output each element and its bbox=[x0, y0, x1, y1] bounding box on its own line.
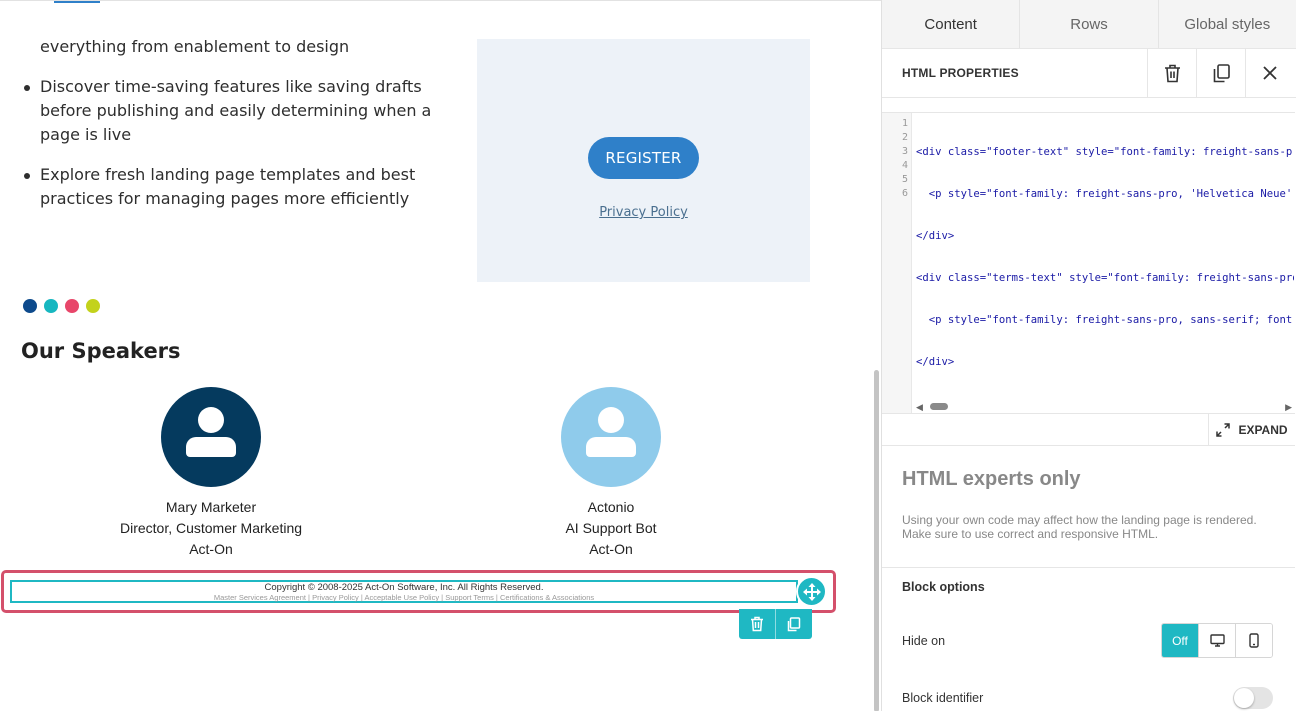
privacy-policy-link[interactable]: Privacy Policy bbox=[477, 205, 810, 220]
block-toolbar bbox=[739, 609, 812, 639]
copy-icon[interactable] bbox=[1196, 49, 1245, 97]
agenda-list: everything from enablement to design Dis… bbox=[22, 35, 467, 227]
line-number: 3 bbox=[901, 146, 908, 157]
panel-section-title: HTML PROPERTIES bbox=[902, 66, 1019, 80]
speaker-company: Act-On bbox=[589, 541, 633, 557]
line-number: 4 bbox=[901, 160, 908, 171]
dot-lime bbox=[86, 299, 100, 313]
scroll-thumb[interactable] bbox=[930, 403, 948, 410]
hide-on-label: Hide on bbox=[902, 634, 946, 648]
top-tab-indicator bbox=[54, 1, 100, 3]
experts-title: HTML experts only bbox=[902, 468, 1081, 490]
panel-body: 1 2 3 4 5 6 <div class="footer-text" sty… bbox=[882, 0, 1295, 711]
speaker-name: Mary Marketer bbox=[165, 499, 257, 515]
duplicate-block-icon[interactable] bbox=[775, 609, 811, 639]
list-item: Discover time-saving features like savin… bbox=[22, 75, 467, 147]
footer-html-block[interactable]: Copyright © 2008-2025 Act-On Software, I… bbox=[10, 580, 798, 603]
speaker-name: Actonio bbox=[587, 499, 635, 515]
experts-text: Using your own code may affect how the l… bbox=[902, 513, 1257, 541]
expand-row: EXPAND bbox=[882, 414, 1295, 446]
decorative-dots bbox=[23, 299, 100, 313]
speaker-title: Director, Customer Marketing bbox=[119, 520, 303, 536]
speakers-heading: Our Speakers bbox=[21, 339, 181, 363]
line-number-gutter: 1 2 3 4 5 6 bbox=[882, 113, 912, 413]
code-line: <div class="footer-text" style="font-fam… bbox=[916, 146, 1294, 158]
user-avatar-icon bbox=[161, 387, 261, 487]
line-number: 1 bbox=[901, 118, 908, 129]
desktop-icon[interactable] bbox=[1198, 624, 1235, 657]
code-line: <p style="font-family: freight-sans-pro,… bbox=[916, 188, 1294, 200]
footer-links: Master Services Agreement | Privacy Poli… bbox=[213, 593, 595, 602]
speaker-card: Actonio AI Support Bot Act-On bbox=[461, 387, 761, 560]
dot-blue bbox=[23, 299, 37, 313]
speaker-title: AI Support Bot bbox=[565, 520, 657, 536]
dot-teal bbox=[44, 299, 58, 313]
footer-copyright: Copyright © 2008-2025 Act-On Software, I… bbox=[264, 582, 544, 593]
line-number: 2 bbox=[901, 132, 908, 143]
expand-label: EXPAND bbox=[1238, 422, 1288, 437]
register-button[interactable]: REGISTER bbox=[588, 137, 699, 179]
tab-global-styles[interactable]: Global styles bbox=[1157, 0, 1296, 48]
registration-panel: REGISTER Privacy Policy bbox=[477, 39, 810, 282]
user-avatar-icon bbox=[561, 387, 661, 487]
line-number: 5 bbox=[901, 174, 908, 185]
block-options-title: Block options bbox=[902, 580, 985, 594]
code-horizontal-scrollbar[interactable]: ◀ ▶ bbox=[916, 400, 1294, 412]
code-line: </div> bbox=[916, 230, 955, 242]
block-identifier-toggle[interactable] bbox=[1233, 687, 1273, 709]
scroll-right-icon[interactable]: ▶ bbox=[1285, 402, 1292, 413]
expand-icon bbox=[1216, 422, 1231, 437]
hide-on-off-button[interactable]: Off bbox=[1162, 624, 1198, 657]
html-properties-header: HTML PROPERTIES bbox=[882, 49, 1296, 98]
scroll-left-icon[interactable]: ◀ bbox=[916, 402, 923, 413]
list-item-continuation: everything from enablement to design bbox=[40, 37, 350, 56]
canvas-scrollbar-thumb[interactable] bbox=[874, 370, 879, 711]
speaker-company: Act-On bbox=[189, 541, 233, 557]
mobile-icon[interactable] bbox=[1235, 624, 1272, 657]
html-experts-notice: HTML experts only Using your own code ma… bbox=[882, 446, 1295, 568]
tab-content[interactable]: Content bbox=[882, 0, 1020, 48]
toggle-knob bbox=[1234, 688, 1254, 708]
delete-block-icon[interactable] bbox=[739, 609, 775, 639]
line-number: 6 bbox=[901, 188, 908, 199]
block-identifier-label: Block identifier bbox=[902, 691, 984, 705]
move-handle-icon[interactable] bbox=[796, 576, 827, 607]
trash-icon[interactable] bbox=[1147, 49, 1196, 97]
editor-canvas: everything from enablement to design Dis… bbox=[0, 0, 881, 711]
code-line: </div> bbox=[916, 356, 955, 368]
expand-button[interactable]: EXPAND bbox=[1208, 414, 1295, 445]
code-line: <div class="terms-text" style="font-fami… bbox=[916, 272, 1294, 284]
hide-on-selector: Off bbox=[1161, 623, 1273, 658]
landing-page-editor: everything from enablement to design Dis… bbox=[0, 0, 1296, 711]
speaker-card: Mary Marketer Director, Customer Marketi… bbox=[61, 387, 361, 560]
close-icon[interactable] bbox=[1245, 49, 1294, 97]
list-item: Explore fresh landing page templates and… bbox=[22, 163, 467, 211]
code-content[interactable]: <div class="footer-text" style="font-fam… bbox=[916, 117, 1294, 397]
tab-rows[interactable]: Rows bbox=[1019, 0, 1157, 48]
dot-pink bbox=[65, 299, 79, 313]
properties-panel: Content Rows Global styles HTML PROPERTI… bbox=[881, 0, 1296, 711]
code-line: <p style="font-family: freight-sans-pro,… bbox=[916, 314, 1294, 326]
html-code-editor[interactable]: 1 2 3 4 5 6 <div class="footer-text" sty… bbox=[882, 112, 1295, 414]
panel-tabs: Content Rows Global styles bbox=[882, 0, 1296, 49]
